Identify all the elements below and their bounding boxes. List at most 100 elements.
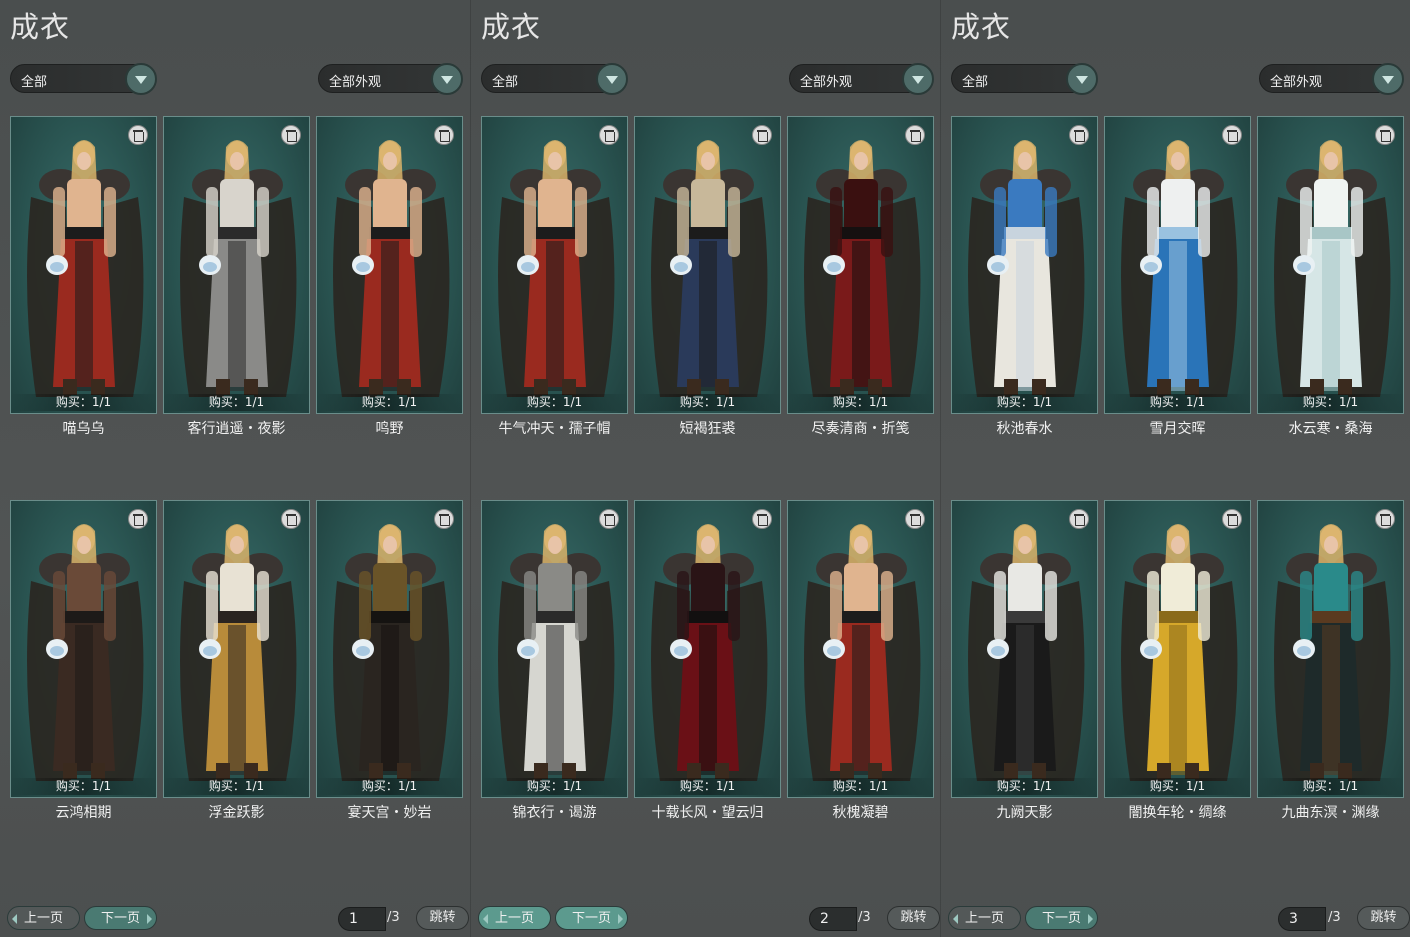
trash-icon[interactable] [1069,509,1089,529]
trash-icon[interactable] [128,509,148,529]
outfit-preview-image [1274,140,1391,397]
outfit-name: 十载长风・望云归 [651,805,764,821]
jump-button[interactable]: 跳转 [416,906,469,930]
page-number-input[interactable]: 1 [338,907,386,931]
outfit-preview-image [180,524,297,781]
purchase-count: 购买：1/1 [11,394,156,411]
trash-icon[interactable] [281,509,301,529]
jump-button[interactable]: 跳转 [1357,906,1410,930]
outfit-name: 九曲东溟・渊缘 [1281,805,1380,821]
prev-page-button[interactable]: 上一页 [948,906,1021,930]
next-page-button[interactable]: 下一页 [84,906,157,930]
purchase-count: 购买：1/1 [952,394,1097,411]
outfit-name: 秋池春水 [996,421,1053,437]
outfit-card[interactable]: 购买：1/1 [316,500,463,798]
chevron-down-icon[interactable] [431,63,463,95]
outfit-preview-image [498,524,615,781]
category-dropdown[interactable]: 全部 [481,63,628,95]
purchase-count: 购买：1/1 [635,394,780,411]
purchase-count: 购买：1/1 [952,778,1097,795]
outfit-name: 鸣野 [375,421,404,437]
next-page-button[interactable]: 下一页 [555,906,628,930]
trash-icon[interactable] [905,125,925,145]
prev-page-button[interactable]: 上一页 [7,906,80,930]
outfit-preview-image [651,524,768,781]
panel-title: 成衣 [481,10,542,44]
appearance-dropdown-label: 全部外观 [1270,75,1323,90]
category-dropdown-label: 全部 [492,75,519,90]
page-number-input[interactable]: 3 [1278,907,1326,931]
purchase-count: 购买：1/1 [635,778,780,795]
outfit-preview-image [27,140,144,397]
trash-icon[interactable] [905,509,925,529]
outfit-card[interactable]: 购买：1/1 [10,500,157,798]
category-dropdown[interactable]: 全部 [951,63,1098,95]
trash-icon[interactable] [1069,125,1089,145]
purchase-count: 购买：1/1 [317,394,462,411]
outfit-card[interactable]: 购买：1/1 [1257,116,1404,414]
chevron-down-icon[interactable] [125,63,157,95]
appearance-dropdown[interactable]: 全部外观 [318,63,463,95]
page-total: /3 [1328,910,1341,925]
outfit-name: 雪月交晖 [1149,421,1206,437]
trash-icon[interactable] [1375,509,1395,529]
trash-icon[interactable] [128,125,148,145]
outfit-card[interactable]: 购买：1/1 [951,116,1098,414]
trash-icon[interactable] [434,509,454,529]
outfit-name: 闇换年轮・绸绦 [1128,805,1227,821]
chevron-down-icon[interactable] [1372,63,1404,95]
outfit-card[interactable]: 购买：1/1 [1104,116,1251,414]
trash-icon[interactable] [434,125,454,145]
outfit-name: 九阙天影 [996,805,1053,821]
category-dropdown-label: 全部 [962,75,989,90]
outfit-preview-image [27,524,144,781]
appearance-dropdown[interactable]: 全部外观 [1259,63,1404,95]
prev-page-button[interactable]: 上一页 [478,906,551,930]
next-page-button[interactable]: 下一页 [1025,906,1098,930]
jump-button[interactable]: 跳转 [887,906,940,930]
outfit-card[interactable]: 购买：1/1 [316,116,463,414]
trash-icon[interactable] [752,509,772,529]
outfit-card[interactable]: 购买：1/1 [1104,500,1251,798]
purchase-count: 购买：1/1 [482,778,627,795]
chevron-down-icon[interactable] [902,63,934,95]
outfit-card[interactable]: 购买：1/1 [481,500,628,798]
appearance-dropdown[interactable]: 全部外观 [789,63,934,95]
page-number-input[interactable]: 2 [809,907,857,931]
outfit-card[interactable]: 购买：1/1 [10,116,157,414]
outfit-card[interactable]: 购买：1/1 [481,116,628,414]
trash-icon[interactable] [281,125,301,145]
purchase-count: 购买：1/1 [1258,778,1403,795]
trash-icon[interactable] [1375,125,1395,145]
chevron-down-icon[interactable] [596,63,628,95]
outfit-card[interactable]: 购买：1/1 [634,500,781,798]
outfit-name: 浮金跃影 [208,805,265,821]
outfit-preview-image [968,140,1085,397]
category-dropdown-label: 全部 [21,75,48,90]
outfit-card[interactable]: 购买：1/1 [787,500,934,798]
outfit-name: 水云寒・桑海 [1288,421,1373,437]
outfit-card[interactable]: 购买：1/1 [1257,500,1404,798]
outfit-preview-image [968,524,1085,781]
outfit-card[interactable]: 购买：1/1 [787,116,934,414]
outfit-card[interactable]: 购买：1/1 [163,500,310,798]
outfit-card[interactable]: 购买：1/1 [951,500,1098,798]
chevron-down-icon[interactable] [1066,63,1098,95]
outfit-preview-image [651,140,768,397]
category-dropdown[interactable]: 全部 [10,63,157,95]
page-total: /3 [858,910,871,925]
purchase-count: 购买：1/1 [11,778,156,795]
outfit-card[interactable]: 购买：1/1 [634,116,781,414]
outfit-name: 牛气冲天・孺子帽 [498,421,611,437]
outfit-card[interactable]: 购买：1/1 [163,116,310,414]
trash-icon[interactable] [599,125,619,145]
outfit-preview-image [1274,524,1391,781]
panel-title: 成衣 [10,10,71,44]
outfit-name: 尽奏清商・折笺 [811,421,910,437]
trash-icon[interactable] [1222,125,1242,145]
purchase-count: 购买：1/1 [788,778,933,795]
trash-icon[interactable] [1222,509,1242,529]
trash-icon[interactable] [599,509,619,529]
outfit-name: 短褐狂裘 [679,421,736,437]
trash-icon[interactable] [752,125,772,145]
